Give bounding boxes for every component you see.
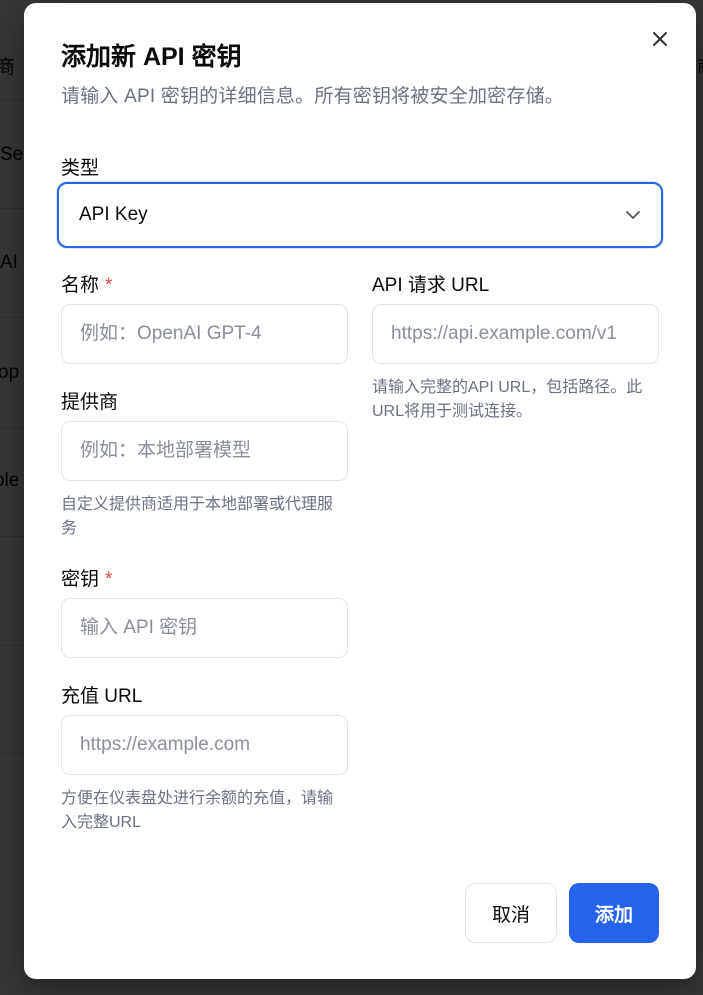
chevron-down-icon	[626, 211, 640, 219]
add-button[interactable]: 添加	[569, 883, 659, 943]
dialog-subtitle: 请输入 API 密钥的详细信息。所有密钥将被安全加密存储。	[61, 86, 564, 107]
provider-label: 提供商	[61, 392, 119, 413]
api-url-help: 请输入完整的API URL，包括路径。此URL将用于测试连接。	[372, 379, 643, 420]
type-label: 类型	[61, 158, 100, 179]
api-url-label: API 请求 URL	[372, 275, 490, 296]
close-icon	[653, 32, 667, 46]
type-select[interactable]: API Key	[57, 182, 663, 248]
recharge-url-help: 方便在仪表盘处进行余额的充值，请输入完整URL	[61, 790, 334, 831]
required-mark: *	[105, 569, 113, 590]
api-url-input[interactable]	[372, 304, 659, 364]
dialog-title: 添加新 API 密钥	[61, 43, 242, 71]
provider-input[interactable]	[61, 421, 348, 481]
name-label-text: 名称	[61, 275, 100, 296]
name-label: 名称 *	[61, 270, 112, 297]
recharge-url-label: 充值 URL	[61, 686, 143, 707]
name-input[interactable]	[61, 304, 348, 364]
key-input[interactable]	[61, 598, 348, 658]
close-button[interactable]	[648, 27, 672, 51]
recharge-url-input[interactable]	[61, 715, 348, 775]
required-mark: *	[105, 275, 113, 296]
type-select-value: API Key	[79, 204, 148, 225]
add-api-key-dialog: 添加新 API 密钥 请输入 API 密钥的详细信息。所有密钥将被安全加密存储。…	[24, 3, 696, 979]
key-label: 密钥 *	[61, 564, 112, 591]
key-label-text: 密钥	[61, 569, 100, 590]
cancel-button[interactable]: 取消	[465, 883, 557, 943]
provider-help: 自定义提供商适用于本地部署或代理服务	[61, 496, 334, 537]
